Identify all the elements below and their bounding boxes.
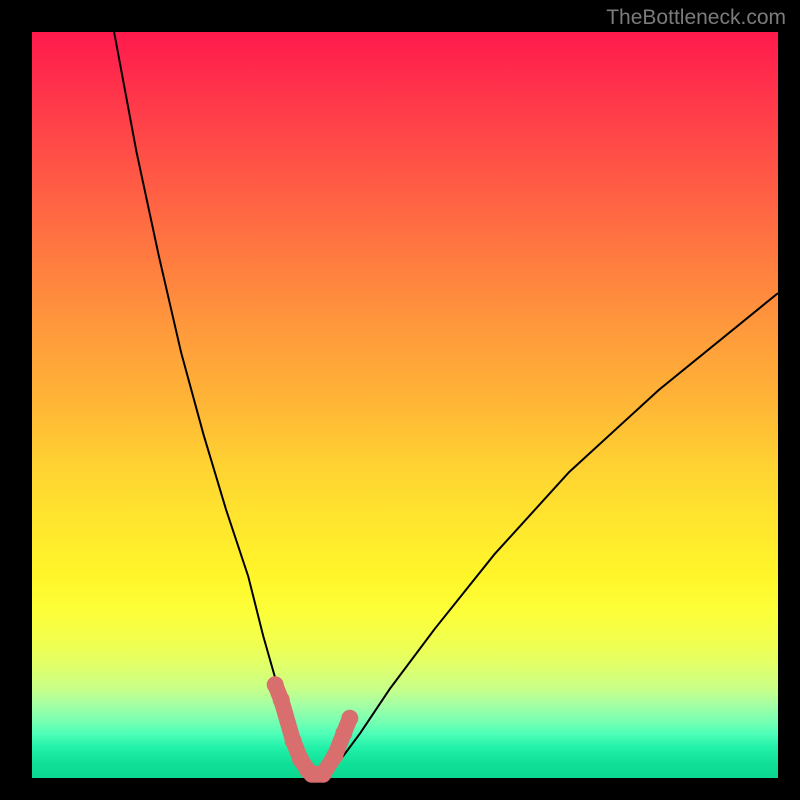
- curve-right: [323, 293, 778, 778]
- marker-dot: [315, 766, 331, 782]
- marker-dot: [336, 725, 352, 741]
- curve-left: [114, 32, 312, 778]
- watermark-text: TheBottleneck.com: [606, 6, 786, 30]
- chart-frame: TheBottleneck.com: [0, 0, 800, 800]
- chart-svg: [32, 32, 778, 778]
- marker-dot: [285, 733, 301, 749]
- marker-dot: [273, 692, 289, 708]
- marker-group: [267, 677, 358, 783]
- plot-area: [32, 32, 778, 778]
- marker-dot: [267, 677, 283, 693]
- marker-dot: [327, 748, 343, 764]
- marker-dot: [342, 710, 358, 726]
